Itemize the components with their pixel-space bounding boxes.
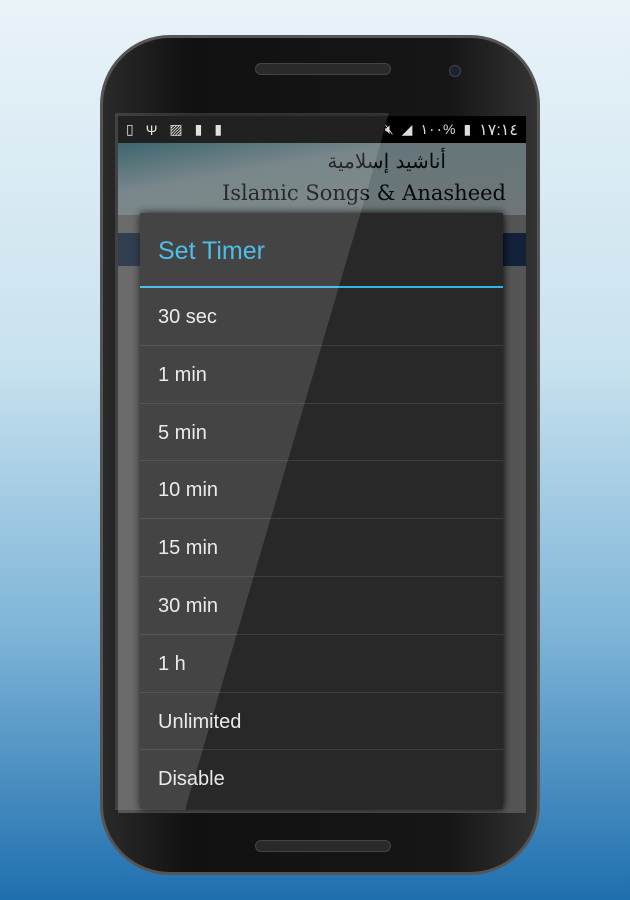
- front-camera: [449, 65, 461, 77]
- timer-option[interactable]: 5 min: [140, 404, 503, 462]
- battery-100-icon: ▮: [214, 121, 223, 137]
- screen: ▯ Ψ ▨ ▮ ▮ 🔇︎ ◢ ١٠٠% ▮ ١٧:١٤ أناشيد إسلام…: [118, 116, 526, 813]
- speaker-grille: [255, 63, 391, 75]
- clock: ١٧:١٤: [479, 121, 518, 139]
- mute-icon: 🔇︎: [384, 121, 394, 137]
- timer-option[interactable]: Unlimited: [140, 693, 503, 751]
- battery-percent: ١٠٠%: [420, 121, 456, 137]
- timer-option[interactable]: 30 sec: [140, 288, 503, 346]
- usb-icon: Ψ: [145, 121, 158, 138]
- timer-option[interactable]: 1 min: [140, 346, 503, 404]
- arabic-title: أناشيد إسلامية: [327, 149, 446, 173]
- timer-option[interactable]: 10 min: [140, 461, 503, 520]
- timer-option[interactable]: 15 min: [140, 519, 503, 577]
- battery-recycle-icon: ▮: [194, 121, 203, 137]
- phone-check-icon: ▯: [126, 121, 134, 137]
- timer-option[interactable]: Disable: [140, 750, 503, 808]
- status-bar: ▯ Ψ ▨ ▮ ▮ 🔇︎ ◢ ١٠٠% ▮ ١٧:١٤: [118, 116, 526, 143]
- timer-option[interactable]: 1 h: [140, 635, 503, 693]
- image-icon: ▨: [169, 121, 183, 137]
- battery-icon: ▮: [463, 121, 472, 137]
- timer-options-list: 30 sec 1 min 5 min 10 min 15 min 30 min …: [140, 288, 503, 808]
- signal-icon: ◢: [401, 121, 413, 137]
- app-banner: أناشيد إسلامية Islamic Songs & Anasheed: [118, 143, 526, 215]
- timer-option[interactable]: 30 min: [140, 577, 503, 635]
- dialog-title: Set Timer: [140, 213, 503, 288]
- set-timer-dialog: Set Timer 30 sec 1 min 5 min 10 min 15 m…: [140, 213, 503, 809]
- english-title: Islamic Songs & Anasheed: [221, 181, 506, 205]
- bottom-speaker: [255, 840, 391, 852]
- phone-frame: ▯ Ψ ▨ ▮ ▮ 🔇︎ ◢ ١٠٠% ▮ ١٧:١٤ أناشيد إسلام…: [100, 35, 540, 875]
